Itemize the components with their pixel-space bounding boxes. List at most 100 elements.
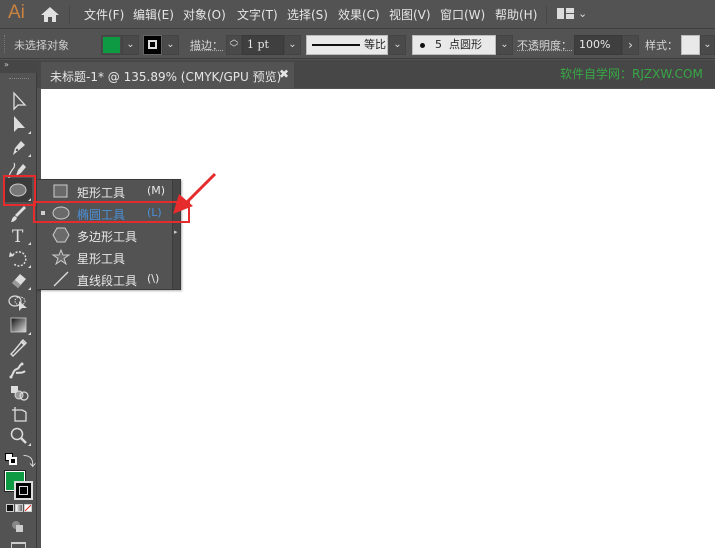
tools-panel: » T ⤵ [0,60,37,548]
flyout-item-rectangle[interactable]: 矩形工具 (M) [37,180,173,202]
live-paint-bucket-icon [11,386,29,401]
brush-definition-select[interactable]: 5 点圆形 [412,35,496,55]
annotation-highlight-ellipse-tool [3,175,36,206]
brush-chevron-icon[interactable]: ⌄ [496,35,513,55]
none-mode-icon[interactable] [24,504,32,512]
menu-window[interactable]: 窗口(W) [440,6,485,23]
rotate-tool[interactable] [5,247,32,269]
direct-selection-tool[interactable] [5,113,32,135]
star-icon [51,249,71,265]
tool-group-indicator [28,332,31,335]
tool-group-indicator [28,443,31,446]
draw-mode-icon[interactable] [12,521,24,533]
paintbrush-tool[interactable] [5,203,32,225]
eyedropper-icon [10,338,27,357]
menu-object[interactable]: 对象(O) [183,6,226,23]
brush-dot-icon [420,43,425,48]
watermark-text: 软件自学网：RJZXW.COM [560,67,703,81]
stroke-color-chip [148,40,157,49]
selection-tool[interactable] [5,90,32,112]
default-fill-stroke-icon[interactable] [5,453,17,465]
stroke-weight-input[interactable]: 1 pt [242,35,284,55]
control-bar: 未选择对象 ⌄ ⌄ 描边： ︿ ﹀ 1 pt ⌄ 等比 ⌄ 5 点圆形 ⌄ 不透明… [0,30,715,59]
style-label: 样式： [645,39,678,52]
stroke-swatch[interactable] [143,35,162,55]
flyout-item-line-segment[interactable]: 直线段工具 (\) [37,268,173,290]
tool-group-indicator [28,154,31,157]
app-logo: Ai [8,2,25,23]
svg-text:T: T [12,227,24,246]
tearoff-arrow-icon: ▸ [174,228,178,236]
line-segment-icon [53,271,69,287]
stroke-weight-chevron-icon[interactable]: ⌄ [284,35,301,55]
tool-group-indicator [28,287,31,290]
puppet-warp-tool[interactable] [5,359,32,381]
tools-panel-grip[interactable] [9,78,29,80]
menu-effect[interactable]: 效果(C) [338,6,380,23]
shape-builder-tool[interactable] [5,291,32,313]
close-tab-icon[interactable]: ✖ [279,67,289,81]
color-mode-icon[interactable] [6,504,14,512]
artboard-canvas[interactable] [41,89,715,548]
style-chevron-icon[interactable]: ⌄ [700,35,715,55]
flyout-item-polygon[interactable]: 多边形工具 [37,224,173,246]
menu-divider [69,6,70,24]
menu-file[interactable]: 文件(F) [84,6,124,23]
brush-name: 点圆形 [449,38,482,51]
fill-color-chip [103,37,120,53]
opacity-chevron-right-icon[interactable]: › [622,35,639,55]
flyout-item-label: 直线段工具 [77,274,138,288]
menu-bar: Ai 文件(F) 编辑(E) 对象(O) 文字(T) 选择(S) 效果(C) 视… [0,0,715,29]
chevron-down-icon[interactable]: ⌄ [578,7,587,20]
tool-group-indicator [28,242,31,245]
fill-dropdown-chevron-icon[interactable]: ⌄ [122,35,139,55]
stroke-label[interactable]: 描边： [190,37,223,53]
tool-group-indicator [28,265,31,268]
rectangle-icon [53,184,68,198]
pen-tool[interactable] [5,136,32,158]
stroke-profile-label: 等比 [364,38,386,51]
fill-swatch[interactable] [101,35,122,55]
menu-edit[interactable]: 编辑(E) [133,6,174,23]
panel-grip[interactable] [4,35,7,53]
menu-view[interactable]: 视图(V) [389,6,431,23]
menu-divider [546,6,547,24]
tool-group-indicator [28,131,31,134]
menu-select[interactable]: 选择(S) [287,6,328,23]
opacity-input[interactable]: 100% [574,35,622,55]
menu-help[interactable]: 帮助(H) [495,6,537,23]
stroke-weight-stepper-icon[interactable]: ︿ ﹀ [226,35,242,55]
flyout-item-label: 多边形工具 [77,230,138,244]
swap-fill-stroke-icon[interactable]: ⤵ [23,451,36,470]
screen-mode-icon[interactable] [11,542,26,548]
gradient-tool[interactable] [5,314,32,336]
artboard-tool[interactable] [5,403,32,425]
stroke-profile-select[interactable]: 等比 [306,35,388,55]
document-tab[interactable]: 未标题-1* @ 135.89% (CMYK/GPU 预览) ✖ [41,62,294,89]
opacity-label[interactable]: 不透明度： [517,37,572,53]
eraser-tool[interactable] [5,269,32,291]
live-paint-tool[interactable] [5,381,32,403]
flyout-item-label: 矩形工具 [77,186,126,200]
graphic-style-swatch[interactable] [681,35,700,55]
selection-arrow-icon [13,91,27,111]
flyout-item-shortcut: (\) [147,272,160,285]
home-icon[interactable] [40,6,60,23]
stroke-profile-chevron-icon[interactable]: ⌄ [389,35,406,55]
stroke-swatch-large[interactable] [14,481,33,500]
document-tab-bar: 未标题-1* @ 135.89% (CMYK/GPU 预览) ✖ 软件自学网：R… [37,60,715,89]
collapse-panel-icon[interactable]: » [4,60,9,69]
stroke-profile-line [312,44,360,46]
gradient-mode-icon[interactable] [15,504,23,512]
shape-builder-icon [8,295,27,311]
zoom-tool[interactable] [5,425,32,447]
document-tab-title: 未标题-1* @ 135.89% (CMYK/GPU 预览) [50,70,282,84]
stroke-dropdown-chevron-icon[interactable]: ⌄ [162,35,179,55]
eyedropper-tool[interactable] [5,337,32,359]
workspace-layout-icon[interactable] [557,8,574,19]
flyout-item-star[interactable]: 星形工具 [37,246,173,268]
flyout-item-label: 星形工具 [77,252,126,266]
type-tool[interactable]: T [5,224,32,247]
menu-type[interactable]: 文字(T) [237,6,278,23]
flyout-item-shortcut: (M) [147,184,166,197]
